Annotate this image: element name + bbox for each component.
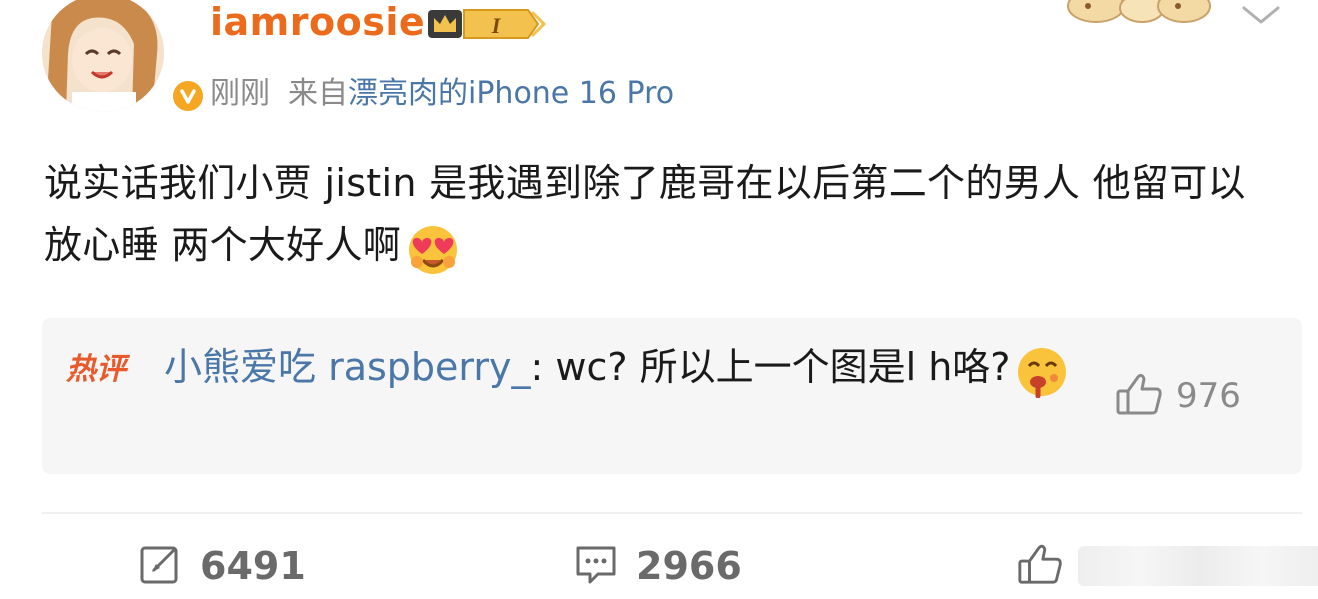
source-device[interactable]: 漂亮肉的iPhone 16 Pro (348, 76, 674, 111)
hot-comment-author[interactable]: 小熊爱吃 raspberry_ (164, 345, 530, 389)
repost-icon[interactable] (138, 542, 182, 590)
level-badge-text: I (491, 13, 502, 38)
blurred-like-area (1078, 546, 1318, 586)
hot-comment-text: 小熊爱吃 raspberry_: wc? 所以上一个图是l h咯? (164, 334, 1084, 400)
chevron-down-icon[interactable] (1238, 2, 1284, 28)
hot-comment[interactable]: 热评 小熊爱吃 raspberry_: wc? 所以上一个图是l h咯? 976 (42, 318, 1302, 474)
hot-comment-like-count: 976 (1176, 376, 1241, 416)
crown-level-badge[interactable]: I (428, 6, 548, 42)
hot-comment-tag: 热评 (66, 352, 126, 387)
like-button[interactable] (1016, 542, 1318, 590)
comment-count: 2966 (636, 544, 742, 588)
repost-count: 6491 (200, 544, 306, 588)
post-time: 刚刚 (210, 76, 270, 111)
repost-button[interactable]: 6491 (138, 542, 306, 590)
hot-comment-like[interactable]: 976 (1114, 372, 1241, 420)
decoration-sticker (1066, 0, 1214, 34)
post-meta: 刚刚 来自漂亮肉的iPhone 16 Pro (210, 68, 674, 112)
comment-icon[interactable] (574, 542, 618, 590)
drooling-face-emoji (1014, 342, 1070, 398)
hot-comment-content: : wc? 所以上一个图是l h咯? (530, 345, 1011, 389)
avatar[interactable] (42, 0, 164, 112)
heart-eyes-emoji (405, 220, 461, 276)
thumb-up-icon[interactable] (1114, 371, 1164, 421)
verified-icon (170, 78, 206, 114)
source-label: 来自 (288, 76, 348, 111)
post-text: 说实话我们小贾 jistin 是我遇到除了鹿哥在以后第二个的男人 他留可以放心睡… (44, 152, 1274, 276)
username[interactable]: iamroosie (210, 0, 425, 44)
avatar-area[interactable] (42, 0, 206, 114)
post-text-content: 说实话我们小贾 jistin 是我遇到除了鹿哥在以后第二个的男人 他留可以放心睡… (44, 161, 1246, 267)
like-icon[interactable] (1016, 541, 1064, 591)
weibo-post: iamroosie I 刚刚 来自漂亮肉的iPhone 16 Pro 说实话我们小… (0, 0, 1318, 599)
comment-button[interactable]: 2966 (574, 542, 742, 590)
divider (42, 512, 1302, 514)
